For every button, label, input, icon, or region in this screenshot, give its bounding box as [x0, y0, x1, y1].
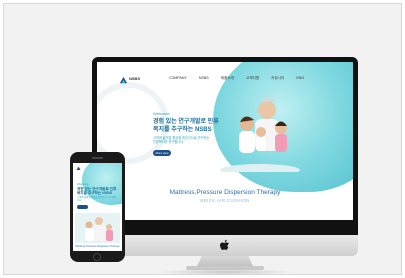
apple-logo-icon — [220, 239, 229, 250]
main-nav: COMPANY NSBS 제품소개 고객지원 커뮤니티 ENG — [169, 76, 304, 81]
mobile-more-view-button[interactable] — [77, 205, 88, 209]
mockup-frame: NSBS COMPANY NSBS 제품소개 고객지원 커뮤니티 ENG Wel… — [3, 3, 402, 275]
mobile-family-photo — [75, 213, 120, 243]
hero-headline: 경험 있는 연구개발로 인류복지를 추구하는 NSBS — [153, 119, 219, 133]
nav-item-nsbs[interactable]: NSBS — [199, 76, 209, 81]
banner-title: Mattress,Pressure Dispersion Therapy — [169, 189, 281, 196]
mobile-site-screen: Welcome 경험 있는 연구개발로 인류복지를 추구하는 NSBS 고객의 … — [73, 163, 122, 251]
mobile-logo-icon[interactable] — [76, 166, 81, 171]
imac-device: NSBS COMPANY NSBS 제품소개 고객지원 커뮤니티 ENG Wel… — [92, 57, 358, 235]
hero-subtext: 고객의 삶의질 향상을 최우선으로 연구하는 인류복지를 추구합니다 — [153, 136, 210, 145]
more-view-button[interactable]: More view — [153, 150, 171, 156]
mobile-hero-subtext: 고객의 삶의질 향상을 최우선으로 연구합니다 — [77, 197, 116, 202]
nav-item-eng[interactable]: ENG — [296, 76, 304, 81]
logo-text[interactable]: NSBS — [129, 76, 140, 81]
desktop-site-screen: NSBS COMPANY NSBS 제품소개 고객지원 커뮤니티 ENG Wel… — [97, 62, 353, 220]
nav-item-support[interactable]: 고객지원 — [246, 76, 259, 81]
nav-item-products[interactable]: 제품소개 — [221, 76, 234, 81]
mobile-hero-headline: 경험 있는 연구개발로 인류복지를 추구하는 NSBS — [77, 187, 117, 196]
iphone-device: Welcome 경험 있는 연구개발로 인류복지를 추구하는 NSBS 고객의 … — [70, 152, 125, 262]
nav-item-community[interactable]: 커뮤니티 — [271, 76, 284, 81]
mobile-banner-title: Mattress,Pressure Dispersion Therapy — [75, 245, 120, 248]
family-photo — [220, 96, 300, 172]
phone-speaker — [92, 157, 103, 159]
mobile-hero-eyebrow: Welcome — [77, 182, 89, 186]
logo-icon[interactable] — [119, 76, 128, 85]
banner-subtitle: BRICK AIR CUSHION — [200, 198, 250, 203]
nav-item-company[interactable]: COMPANY — [169, 76, 187, 81]
device-shadow — [154, 269, 296, 275]
hero-eyebrow: Welcome — [153, 111, 170, 116]
phone-home-button[interactable] — [93, 253, 101, 261]
